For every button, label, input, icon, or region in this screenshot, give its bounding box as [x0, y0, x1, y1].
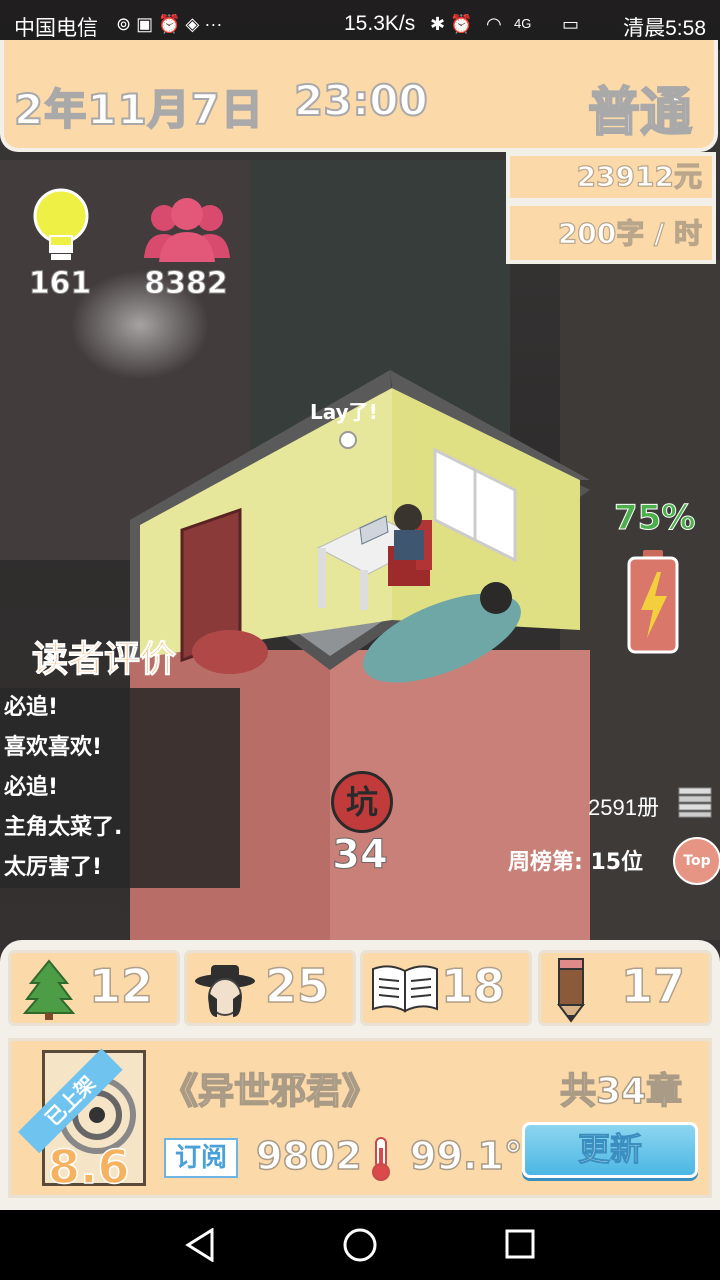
resource-book[interactable]: 18 [360, 950, 532, 1026]
game-time: 23:00 [293, 75, 429, 126]
chapter-count: 共34章 [559, 1070, 683, 1113]
battery-icon[interactable] [627, 550, 679, 654]
review-item: 喜欢喜欢! [4, 735, 103, 760]
recents-icon[interactable] [504, 1228, 536, 1264]
notification-icon: ⊚ ▣ ⏰ ◈ ··· [116, 14, 223, 34]
energy-percent: 75% [613, 498, 696, 539]
subscribe-label: 订阅 [164, 1138, 238, 1178]
battery-status-icon: ▭ [562, 14, 580, 34]
top-ranking-button[interactable]: Top [673, 837, 720, 885]
resource-character[interactable]: 25 [184, 950, 356, 1026]
reviews-list[interactable]: 必追! 喜欢喜欢! 必追! 主角太菜了. 太厉害了! [0, 688, 240, 888]
carrier-label: 中国电信 [14, 17, 98, 40]
reviews-title: 读者评价 [31, 639, 177, 681]
difficulty-label: 普通 [587, 82, 693, 144]
money-panel: 23912元 [506, 152, 716, 202]
resource-value: 17 [620, 958, 686, 1014]
resource-tree[interactable]: 12 [8, 950, 180, 1026]
pencil-icon [553, 957, 589, 1027]
header-panel: 2年11月7日 23:00 普通 [0, 40, 718, 152]
network-speed: 15.3K/s [344, 12, 416, 35]
speech-bubble: Lay了! [310, 400, 378, 424]
fans-icon [142, 196, 232, 266]
clock: 清晨5:58 [623, 17, 706, 40]
back-icon[interactable] [184, 1227, 216, 1266]
writing-speed-value: 200字 / 时 [557, 216, 702, 250]
home-icon[interactable] [342, 1227, 378, 1267]
writing-speed-panel: 200字 / 时 [506, 202, 716, 264]
book-stack-icon [678, 786, 712, 818]
review-item: 主角太菜了. [4, 815, 123, 840]
book-title: 《异世邪君》 [161, 1070, 379, 1113]
pit-count: 34 [332, 832, 389, 879]
subscriber-count: 9802 [255, 1133, 362, 1179]
money-value: 23912元 [576, 159, 703, 193]
fans-count: 8382 [144, 266, 229, 302]
resource-value: 12 [88, 958, 154, 1014]
inspiration-count: 161 [28, 266, 92, 302]
book-icon [371, 963, 439, 1019]
resource-value: 18 [440, 958, 506, 1014]
resource-pencil[interactable]: 17 [538, 950, 712, 1026]
android-nav-bar [0, 1210, 720, 1280]
resource-value: 25 [264, 958, 330, 1014]
pit-icon[interactable]: 坑 [331, 771, 393, 833]
bluetooth-icon: ✱ ⏰ [430, 14, 473, 34]
review-item: 必追! [4, 775, 59, 800]
game-date: 2年11月7日 [13, 84, 264, 135]
book-score: 8.6 [47, 1139, 130, 1195]
review-item: 必追! [4, 695, 59, 720]
wifi-icon: ◠ [486, 14, 502, 34]
update-button[interactable]: 更新 [522, 1122, 698, 1178]
review-item: 太厉害了! [4, 855, 103, 880]
signal-icon: 4G [514, 16, 532, 31]
tree-icon [22, 959, 76, 1025]
weekly-rank: 周榜第: 15位 [508, 850, 644, 875]
books-sold: 2591册 [588, 795, 659, 820]
thermometer-icon [366, 1136, 396, 1186]
lightbulb-icon [30, 186, 92, 270]
book-heat: 99.1° [409, 1133, 523, 1179]
character-icon [193, 959, 257, 1025]
